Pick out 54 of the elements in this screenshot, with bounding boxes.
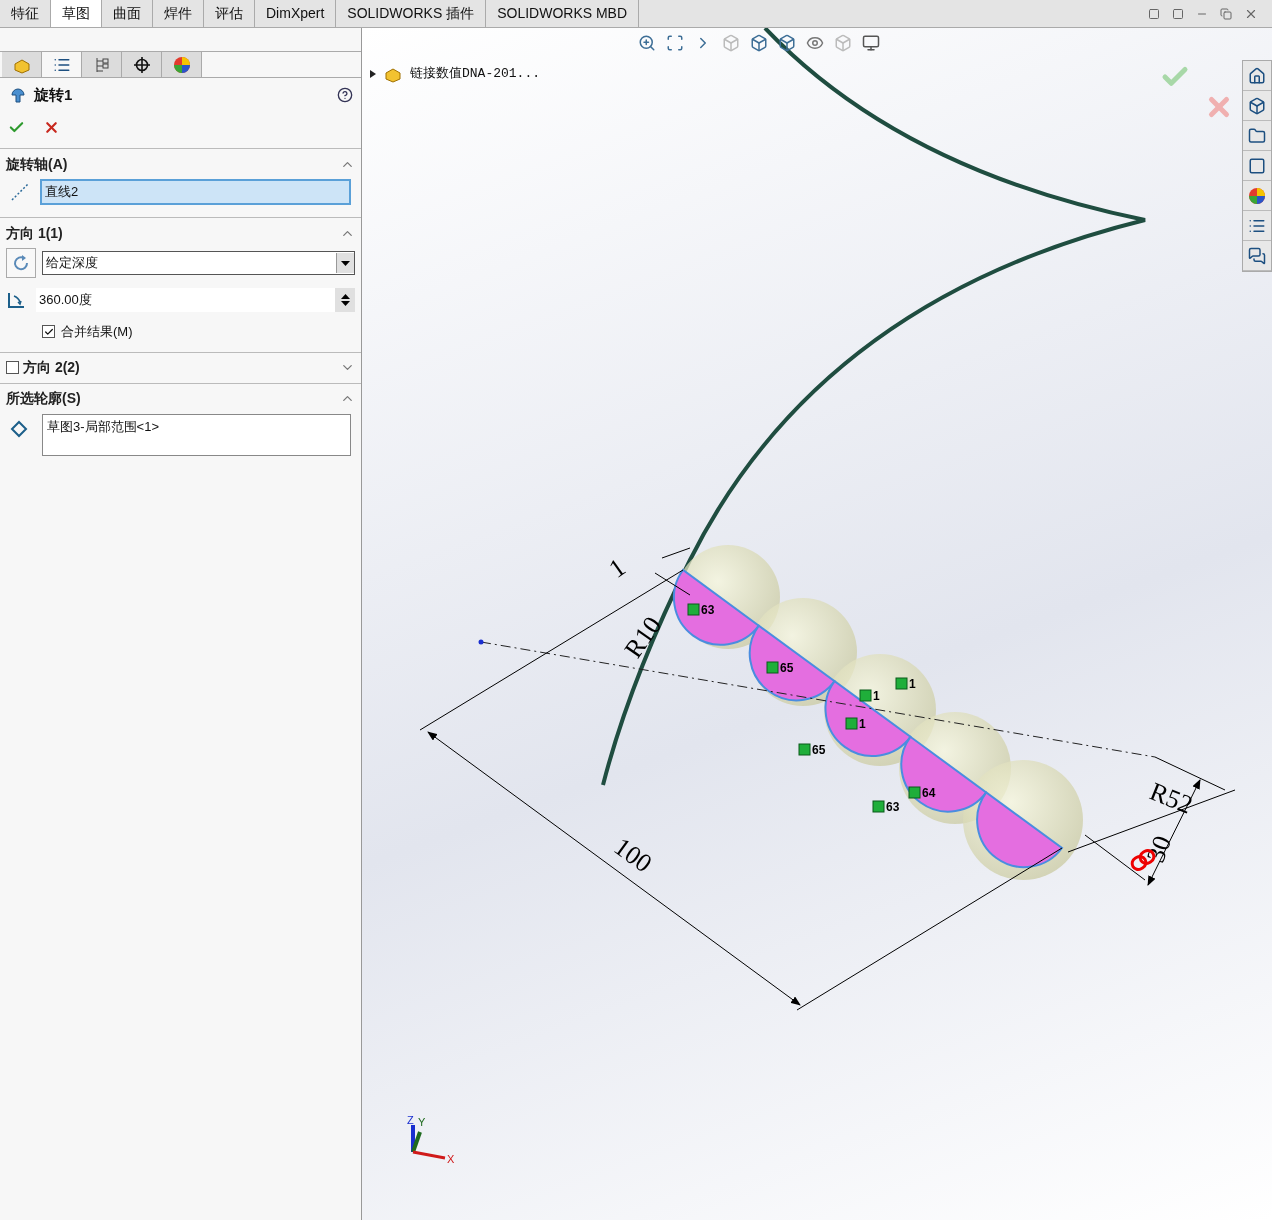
- axis-field[interactable]: 直线2: [40, 179, 351, 205]
- help-icon[interactable]: [337, 87, 353, 103]
- diamond-icon: [10, 419, 28, 438]
- relation-icon: [859, 689, 872, 702]
- relation-icon: [687, 603, 700, 616]
- dimension-label: 1: [603, 552, 631, 584]
- angle-field[interactable]: 360.00度: [36, 288, 355, 312]
- relation-label: 64: [922, 786, 936, 800]
- tree-icon: [93, 55, 110, 74]
- dimension-label: 100: [608, 831, 658, 879]
- color-ball-icon: [172, 55, 191, 74]
- triad-drawing: Z Y X: [407, 1114, 455, 1165]
- rotate-icon: [12, 254, 30, 272]
- expand-arrow-icon[interactable]: [370, 69, 376, 78]
- relation-icon: [895, 677, 908, 690]
- section-title: 方向 1(1): [6, 223, 63, 243]
- end-condition-dropdown[interactable]: 给定深度: [42, 251, 355, 275]
- checkbox-label: 合并结果(M): [61, 323, 133, 341]
- relation-label: 1: [909, 677, 916, 691]
- dimension-label: 30: [1140, 831, 1178, 867]
- checkbox[interactable]: [6, 361, 19, 374]
- tree-item[interactable]: 链接数值DNA-201...: [410, 64, 540, 84]
- relation-icon: [798, 743, 811, 756]
- section-title: 方向 2(2): [23, 358, 80, 377]
- dimension-label: R52: [1145, 776, 1197, 820]
- ribbon-tab[interactable]: 草图: [51, 0, 102, 27]
- crosshair-icon: [132, 55, 151, 74]
- section-title: 旋转轴(A): [6, 154, 68, 174]
- relation-label: 65: [812, 743, 826, 757]
- line-icon: [10, 182, 30, 202]
- color-ball-icon: [1248, 186, 1266, 205]
- relation-label: 1: [859, 717, 866, 731]
- section-title: 所选轮廓(S): [6, 389, 81, 408]
- point: [478, 639, 484, 645]
- zoom-area-icon[interactable]: [666, 34, 684, 52]
- zoom-fit-icon[interactable]: [638, 34, 656, 52]
- hide-show-icon[interactable]: [806, 34, 824, 52]
- relation-icon: [872, 800, 885, 813]
- relation-icon: [766, 661, 779, 674]
- reverse-direction-button[interactable]: [6, 248, 36, 278]
- relation-icon: [845, 717, 858, 730]
- profile-list[interactable]: 草图3-局部范围<1>: [42, 413, 351, 456]
- relation-icon: [908, 786, 921, 799]
- spinner[interactable]: [335, 288, 355, 312]
- relation-label: 1: [873, 689, 880, 703]
- relation-label: 63: [886, 800, 900, 814]
- relation-label: 63: [701, 603, 715, 617]
- panel-tab[interactable]: [122, 52, 162, 77]
- relation-label: 65: [780, 661, 794, 675]
- feature-title: 旋转1: [34, 84, 73, 105]
- restore-icon[interactable]: [1220, 7, 1232, 20]
- dimension-label: R10: [618, 611, 668, 664]
- checkbox[interactable]: [42, 325, 55, 339]
- monitor-icon[interactable]: [862, 34, 880, 52]
